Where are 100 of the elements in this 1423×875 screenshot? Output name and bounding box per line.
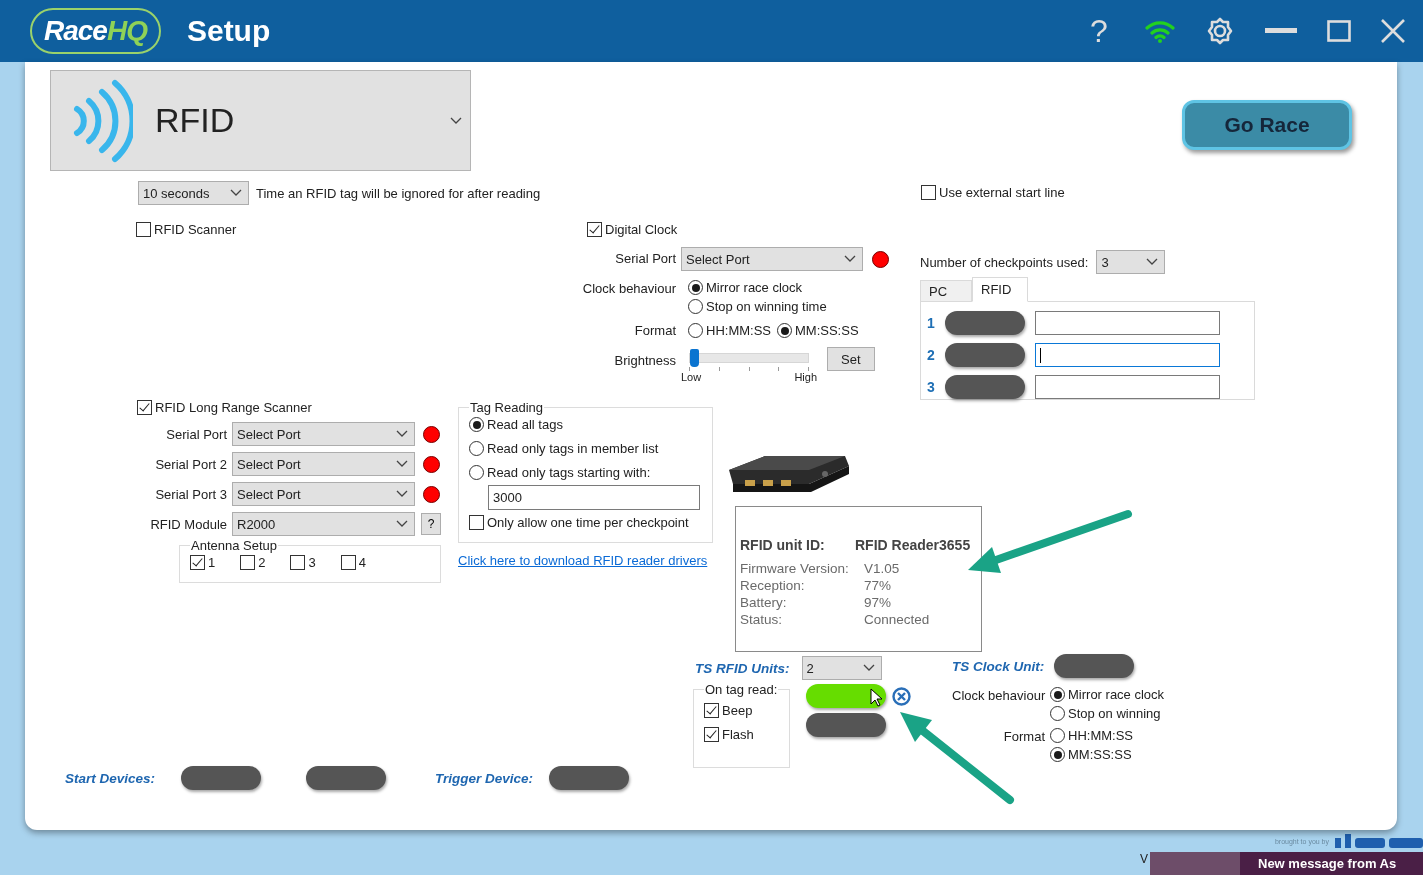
- ts-clock-unit-label: TS Clock Unit:: [952, 658, 1045, 674]
- checkpoint-number: 2: [927, 347, 936, 363]
- serial-port-dropdown[interactable]: Select Port: [232, 422, 415, 446]
- info-label: Firmware Version:: [740, 561, 850, 576]
- remove-icon[interactable]: [892, 686, 911, 706]
- long-range-scanner-checkbox[interactable]: RFID Long Range Scanner: [137, 400, 312, 415]
- serial-port-dropdown[interactable]: Select Port: [232, 452, 415, 476]
- group-title: Tag Reading: [469, 400, 544, 415]
- device-slot-button[interactable]: [1054, 654, 1135, 678]
- rfid-unit-button[interactable]: [806, 684, 886, 708]
- chevron-icon: [862, 664, 875, 672]
- external-start-checkbox[interactable]: Use external start line: [921, 185, 1065, 200]
- field-label: Serial Port: [165, 426, 227, 442]
- help-button[interactable]: ?: [1083, 12, 1115, 50]
- info-value: Connected: [864, 612, 931, 627]
- tag-read-checkbox[interactable]: Flash: [704, 727, 754, 742]
- ignore-time-label: Time an RFID tag will be ignored for after reading: [256, 185, 541, 201]
- checkpoints-dropdown[interactable]: 3: [1096, 250, 1166, 274]
- chevron-icon: [1146, 258, 1159, 266]
- start-devices-label: Start Devices:: [65, 770, 156, 786]
- tab[interactable]: PC: [920, 280, 972, 302]
- go-race-button[interactable]: Go Race: [1182, 100, 1352, 150]
- rfid-module-dropdown[interactable]: R2000: [232, 512, 415, 536]
- device-slot-button[interactable]: [181, 766, 262, 790]
- rfid-waves-icon: [71, 78, 133, 163]
- version-text: V: [1140, 852, 1148, 866]
- chevron-icon: [396, 520, 408, 528]
- checkpoint-field[interactable]: [1035, 311, 1220, 335]
- notification-banner[interactable]: New message from As: [1150, 852, 1423, 875]
- field-label: Clock behaviour: [581, 280, 676, 296]
- tag-reading-radio[interactable]: Read only tags starting with:: [469, 465, 651, 480]
- settings-icon[interactable]: [1205, 16, 1235, 46]
- info-value: V1.05: [864, 561, 901, 576]
- format-radio[interactable]: MM:SS:SS: [777, 323, 859, 338]
- module-dropdown[interactable]: RFID: [50, 70, 471, 171]
- clock-behaviour-radio[interactable]: Mirror race clock: [688, 280, 803, 295]
- format-radio[interactable]: HH:MM:SS: [688, 323, 771, 338]
- tag-reading-radio[interactable]: Read all tags: [469, 417, 563, 432]
- group-title: Antenna Setup: [190, 538, 279, 553]
- rfid-unit-button[interactable]: [806, 713, 886, 737]
- window-title: Setup: [186, 14, 271, 48]
- info-label: RFID unit ID:: [740, 537, 826, 553]
- field-label: Clock behaviour: [952, 687, 1045, 703]
- chevron-icon: [396, 490, 408, 498]
- app-logo: RaceHQ: [30, 8, 161, 54]
- format-radio[interactable]: HH:MM:SS: [1050, 728, 1133, 743]
- wifi-icon[interactable]: [1145, 19, 1175, 43]
- tab[interactable]: RFID: [972, 277, 1028, 302]
- info-value: RFID Reader3655: [855, 537, 972, 553]
- clock-behaviour-radio[interactable]: Mirror race clock: [1050, 687, 1165, 702]
- checkpoint-field[interactable]: [1035, 343, 1220, 367]
- minimize-icon[interactable]: [1265, 28, 1297, 34]
- info-label: Battery:: [740, 595, 788, 610]
- info-label: Reception:: [740, 578, 806, 593]
- device-slot-button[interactable]: [945, 311, 1025, 335]
- device-slot-button[interactable]: [306, 766, 387, 790]
- tag-prefix-field[interactable]: 3000: [488, 485, 700, 510]
- ignore-time-dropdown[interactable]: 10 seconds: [138, 181, 249, 205]
- info-value: 97%: [864, 595, 893, 610]
- slider-thumb[interactable]: [690, 349, 699, 367]
- ts-rfid-units-label: TS RFID Units:: [695, 660, 790, 676]
- checkpoints-label: Number of checkpoints used:: [920, 254, 1089, 270]
- field-label: RFID Module: [149, 516, 227, 532]
- clock-behaviour-radio[interactable]: Stop on winning time: [688, 299, 827, 314]
- field-label: Serial Port 3: [154, 486, 227, 502]
- chevron-icon: [844, 255, 856, 263]
- slider-max-label: High: [794, 371, 817, 383]
- device-slot-button[interactable]: [549, 766, 630, 790]
- download-drivers-link[interactable]: Click here to download RFID reader drivers: [458, 553, 708, 568]
- set-button[interactable]: Set: [827, 347, 875, 371]
- field-label: Serial Port: [614, 250, 676, 266]
- maximize-icon[interactable]: [1327, 20, 1351, 42]
- group-title: On tag read:: [704, 682, 779, 697]
- field-label: Brightness: [613, 352, 676, 368]
- field-label: Format: [1002, 728, 1045, 744]
- info-label: Status:: [740, 612, 784, 627]
- info-value: 77%: [864, 578, 893, 593]
- serial-port-dropdown[interactable]: Select Port: [232, 482, 415, 506]
- digital-clock-checkbox[interactable]: Digital Clock: [587, 222, 678, 237]
- help-button[interactable]: ?: [421, 513, 441, 535]
- sponsor-logo-icon: [1335, 834, 1423, 848]
- device-slot-button[interactable]: [945, 343, 1025, 367]
- checkpoint-number: 3: [927, 379, 936, 395]
- chevron-icon: [396, 430, 408, 438]
- slider-min-label: Low: [681, 371, 702, 383]
- clock-behaviour-radio[interactable]: Stop on winning: [1050, 706, 1161, 721]
- chevron-icon: [396, 460, 408, 468]
- format-radio[interactable]: MM:SS:SS: [1050, 747, 1132, 762]
- rfid-scanner-checkbox[interactable]: RFID Scanner: [136, 222, 237, 237]
- one-time-checkbox[interactable]: Only allow one time per checkpoint: [469, 515, 689, 530]
- checkpoint-number: 1: [927, 315, 936, 331]
- tag-reading-radio[interactable]: Read only tags in member list: [469, 441, 659, 456]
- chevron-icon: [230, 189, 242, 197]
- mouse-cursor-icon: [870, 688, 882, 707]
- serial-port-dropdown[interactable]: Select Port: [681, 247, 863, 271]
- ts-rfid-units-dropdown[interactable]: 2: [801, 656, 882, 680]
- tag-read-checkbox[interactable]: Beep: [704, 703, 753, 718]
- device-slot-button[interactable]: [945, 375, 1025, 399]
- close-icon[interactable]: [1381, 19, 1405, 43]
- checkpoint-field[interactable]: [1035, 375, 1220, 399]
